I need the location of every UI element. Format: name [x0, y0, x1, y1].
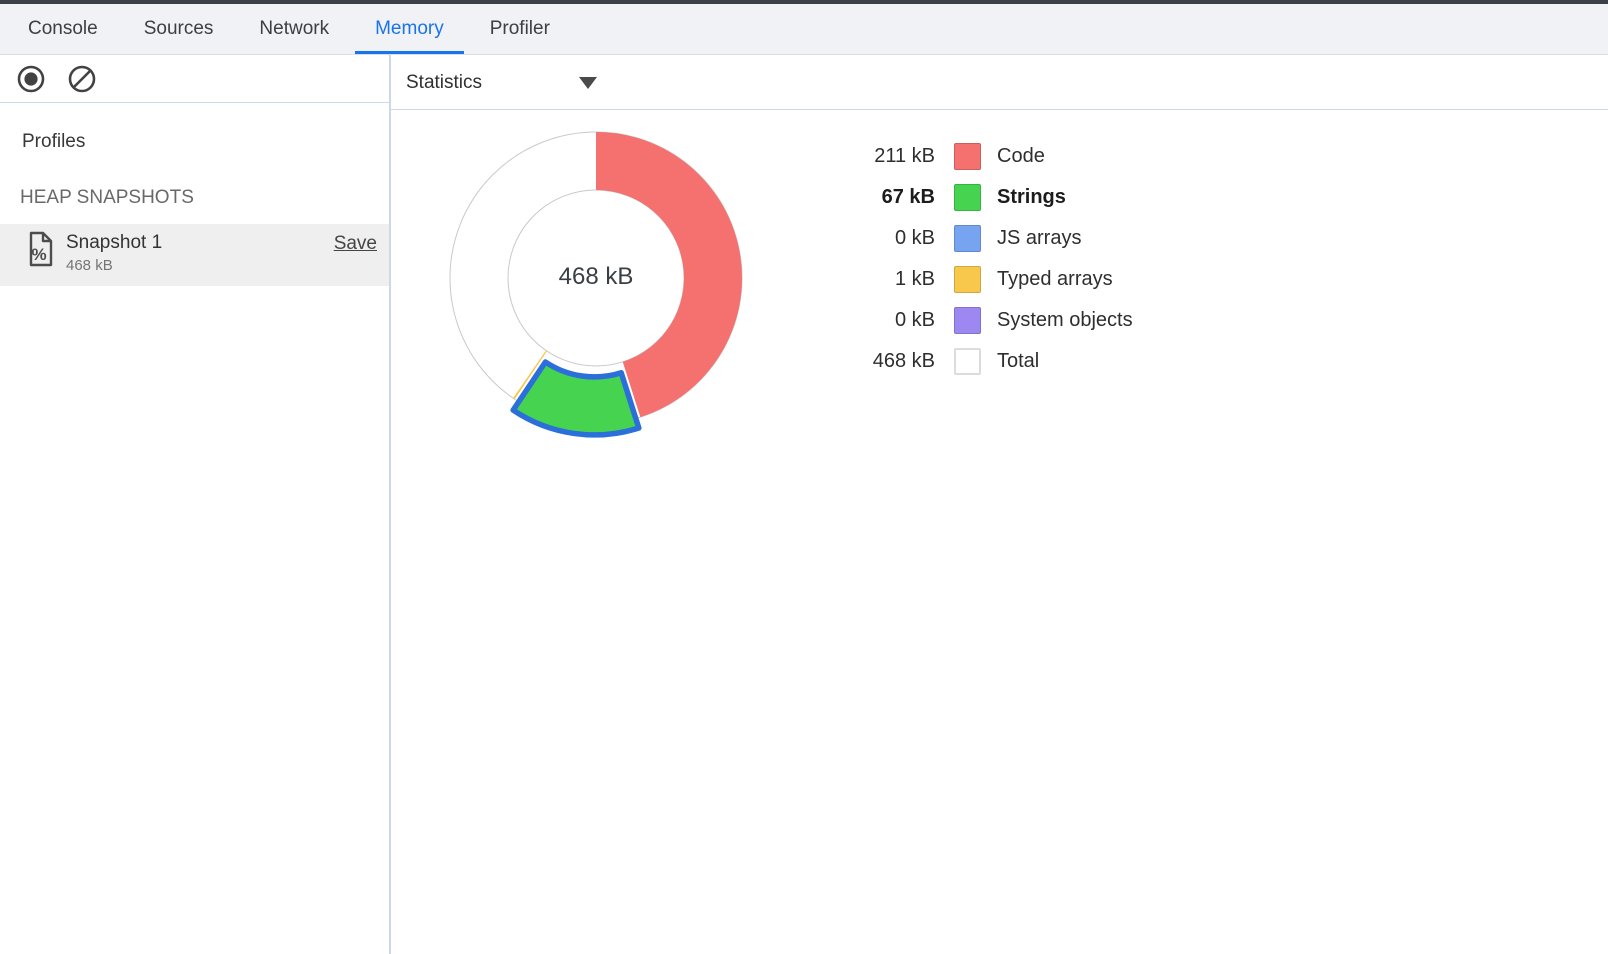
legend-swatch [954, 225, 981, 252]
legend-label: Total [997, 350, 1039, 373]
perspective-dropdown-value: Statistics [406, 72, 482, 94]
panel-divider[interactable] [389, 55, 391, 954]
heap-snapshots-section-heading: HEAP SNAPSHOTS [20, 187, 194, 209]
save-link[interactable]: Save [334, 233, 377, 255]
profiles-toolbar [0, 56, 389, 103]
legend-label: Typed arrays [997, 268, 1113, 291]
svg-text:%: % [31, 245, 46, 264]
legend-row-typed-arrays[interactable]: 1 kB Typed arrays [790, 259, 1133, 300]
tab-console[interactable]: Console [8, 4, 118, 54]
legend-swatch [954, 348, 981, 375]
tab-sources[interactable]: Sources [124, 4, 234, 54]
legend-value: 0 kB [790, 227, 935, 250]
caret-down-icon [579, 77, 597, 89]
legend-label: JS arrays [997, 227, 1081, 250]
record-icon [16, 64, 46, 94]
legend-label: Code [997, 145, 1045, 168]
tab-network[interactable]: Network [239, 4, 349, 54]
perspective-dropdown[interactable]: Statistics [406, 72, 597, 94]
tab-profiler[interactable]: Profiler [470, 4, 570, 54]
memory-view-toolbar: Statistics [391, 56, 1608, 110]
legend-value: 1 kB [790, 268, 935, 291]
legend-swatch [954, 266, 981, 293]
snapshot-title: Snapshot 1 [66, 232, 162, 254]
clear-profiles-button[interactable] [67, 64, 97, 94]
legend-value: 468 kB [790, 350, 935, 373]
clear-icon [67, 64, 97, 94]
legend-row-js-arrays[interactable]: 0 kB JS arrays [790, 218, 1133, 259]
legend-swatch [954, 307, 981, 334]
legend-row-system-objects[interactable]: 0 kB System objects [790, 300, 1133, 341]
legend-value: 0 kB [790, 309, 935, 332]
document-percent-icon: % [27, 231, 55, 267]
record-heap-snapshot-button[interactable] [16, 64, 46, 94]
devtools-tab-bar: ConsoleSourcesNetworkMemoryProfiler [0, 4, 1608, 55]
legend-swatch [954, 143, 981, 170]
legend-value: 211 kB [790, 145, 935, 168]
snapshot-size: 468 kB [66, 257, 113, 274]
legend-row-strings[interactable]: 67 kB Strings [790, 177, 1133, 218]
legend-value: 67 kB [790, 186, 935, 209]
chart-legend: 211 kB Code 67 kB Strings 0 kB JS arrays 1 kB T… [790, 136, 1133, 382]
tab-memory[interactable]: Memory [355, 4, 464, 54]
legend-label: Strings [997, 186, 1066, 209]
legend-row-code[interactable]: 211 kB Code [790, 136, 1133, 177]
donut-center-total: 468 kB [526, 263, 666, 291]
legend-label: System objects [997, 309, 1133, 332]
profiles-heading: Profiles [22, 131, 85, 153]
legend-swatch [954, 184, 981, 211]
legend-row-total[interactable]: 468 kB Total [790, 341, 1133, 382]
snapshot-list-item[interactable]: % Snapshot 1 468 kB Save [0, 224, 389, 286]
